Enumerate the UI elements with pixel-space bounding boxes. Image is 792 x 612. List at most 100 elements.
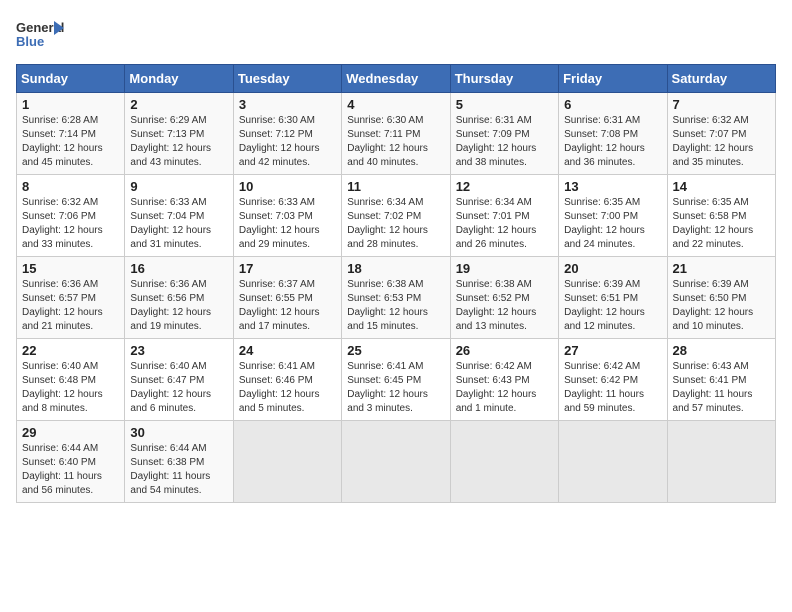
sunset-text: Sunset: 7:06 PM	[22, 210, 119, 224]
calendar-cell: 15 Sunrise: 6:36 AMSunset: 6:57 PMDayligh…	[17, 257, 125, 339]
sunrise-text: Sunrise: 6:31 AM	[456, 114, 553, 128]
sunrise-text: Sunrise: 6:35 AM	[673, 196, 770, 210]
calendar-cell: 30Sunrise: 6:44 AMSunset: 6:38 PMDayligh…	[125, 421, 233, 503]
sunrise-text: Sunrise: 6:30 AM	[347, 114, 444, 128]
sunset-text: Sunset: 7:09 PM	[456, 128, 553, 142]
calendar-cell: 9Sunrise: 6:33 AMSunset: 7:04 PMDaylight…	[125, 175, 233, 257]
sunset-text: Sunset: 7:01 PM	[456, 210, 553, 224]
day-info: Sunrise: 6:38 AMSunset: 6:52 PMDaylight:…	[456, 278, 553, 334]
daylight-text: Daylight: 12 hours and 12 minutes.	[564, 306, 661, 334]
calendar-cell	[667, 421, 775, 503]
calendar-cell: 8Sunrise: 6:32 AMSunset: 7:06 PMDaylight…	[17, 175, 125, 257]
column-header-thursday: Thursday	[450, 65, 558, 93]
calendar-row-2: 15 Sunrise: 6:36 AMSunset: 6:57 PMDayligh…	[17, 257, 776, 339]
day-info: Sunrise: 6:28 AMSunset: 7:14 PMDaylight:…	[22, 114, 119, 170]
calendar-row-0: 1 Sunrise: 6:28 AMSunset: 7:14 PMDaylight…	[17, 93, 776, 175]
sunset-text: Sunset: 6:56 PM	[130, 292, 227, 306]
day-info: Sunrise: 6:33 AMSunset: 7:04 PMDaylight:…	[130, 196, 227, 252]
calendar-cell: 3 Sunrise: 6:30 AMSunset: 7:12 PMDaylight…	[233, 93, 341, 175]
day-info: Sunrise: 6:40 AMSunset: 6:48 PMDaylight:…	[22, 360, 119, 416]
day-number: 5	[456, 97, 553, 112]
day-number: 15	[22, 261, 119, 276]
calendar-row-3: 22 Sunrise: 6:40 AMSunset: 6:48 PMDayligh…	[17, 339, 776, 421]
day-number: 22	[22, 343, 119, 358]
sunrise-text: Sunrise: 6:32 AM	[673, 114, 770, 128]
logo: General Blue	[16, 16, 66, 56]
day-info: Sunrise: 6:42 AMSunset: 6:42 PMDaylight:…	[564, 360, 661, 416]
daylight-text: Daylight: 11 hours and 57 minutes.	[673, 388, 770, 416]
day-info: Sunrise: 6:42 AMSunset: 6:43 PMDaylight:…	[456, 360, 553, 416]
day-number: 10	[239, 179, 336, 194]
daylight-text: Daylight: 12 hours and 17 minutes.	[239, 306, 336, 334]
sunset-text: Sunset: 6:42 PM	[564, 374, 661, 388]
sunrise-text: Sunrise: 6:43 AM	[673, 360, 770, 374]
sunset-text: Sunset: 6:40 PM	[22, 456, 119, 470]
day-info: Sunrise: 6:35 AMSunset: 7:00 PMDaylight:…	[564, 196, 661, 252]
daylight-text: Daylight: 12 hours and 40 minutes.	[347, 142, 444, 170]
logo-svg: General Blue	[16, 16, 66, 56]
day-number: 19	[456, 261, 553, 276]
sunset-text: Sunset: 7:12 PM	[239, 128, 336, 142]
calendar-cell: 5 Sunrise: 6:31 AMSunset: 7:09 PMDaylight…	[450, 93, 558, 175]
sunrise-text: Sunrise: 6:38 AM	[456, 278, 553, 292]
sunrise-text: Sunrise: 6:34 AM	[347, 196, 444, 210]
calendar-cell: 25Sunrise: 6:41 AMSunset: 6:45 PMDayligh…	[342, 339, 450, 421]
daylight-text: Daylight: 12 hours and 5 minutes.	[239, 388, 336, 416]
day-number: 3	[239, 97, 336, 112]
daylight-text: Daylight: 12 hours and 35 minutes.	[673, 142, 770, 170]
day-info: Sunrise: 6:39 AMSunset: 6:50 PMDaylight:…	[673, 278, 770, 334]
day-info: Sunrise: 6:39 AMSunset: 6:51 PMDaylight:…	[564, 278, 661, 334]
day-number: 16	[130, 261, 227, 276]
calendar-cell: 20Sunrise: 6:39 AMSunset: 6:51 PMDayligh…	[559, 257, 667, 339]
daylight-text: Daylight: 12 hours and 43 minutes.	[130, 142, 227, 170]
sunrise-text: Sunrise: 6:44 AM	[130, 442, 227, 456]
calendar-cell: 14Sunrise: 6:35 AMSunset: 6:58 PMDayligh…	[667, 175, 775, 257]
day-number: 27	[564, 343, 661, 358]
calendar-cell: 6Sunrise: 6:31 AMSunset: 7:08 PMDaylight…	[559, 93, 667, 175]
sunset-text: Sunset: 7:08 PM	[564, 128, 661, 142]
day-info: Sunrise: 6:30 AMSunset: 7:12 PMDaylight:…	[239, 114, 336, 170]
sunset-text: Sunset: 7:02 PM	[347, 210, 444, 224]
sunset-text: Sunset: 7:07 PM	[673, 128, 770, 142]
calendar-cell: 2 Sunrise: 6:29 AMSunset: 7:13 PMDaylight…	[125, 93, 233, 175]
sunset-text: Sunset: 6:47 PM	[130, 374, 227, 388]
sunset-text: Sunset: 6:55 PM	[239, 292, 336, 306]
calendar-header: SundayMondayTuesdayWednesdayThursdayFrid…	[17, 65, 776, 93]
daylight-text: Daylight: 12 hours and 38 minutes.	[456, 142, 553, 170]
sunset-text: Sunset: 7:00 PM	[564, 210, 661, 224]
sunset-text: Sunset: 6:38 PM	[130, 456, 227, 470]
daylight-text: Daylight: 12 hours and 13 minutes.	[456, 306, 553, 334]
sunrise-text: Sunrise: 6:41 AM	[347, 360, 444, 374]
day-info: Sunrise: 6:35 AMSunset: 6:58 PMDaylight:…	[673, 196, 770, 252]
column-header-friday: Friday	[559, 65, 667, 93]
sunset-text: Sunset: 6:53 PM	[347, 292, 444, 306]
calendar-row-1: 8Sunrise: 6:32 AMSunset: 7:06 PMDaylight…	[17, 175, 776, 257]
svg-text:Blue: Blue	[16, 34, 44, 49]
sunrise-text: Sunrise: 6:44 AM	[22, 442, 119, 456]
day-info: Sunrise: 6:38 AMSunset: 6:53 PMDaylight:…	[347, 278, 444, 334]
daylight-text: Daylight: 12 hours and 22 minutes.	[673, 224, 770, 252]
sunrise-text: Sunrise: 6:41 AM	[239, 360, 336, 374]
daylight-text: Daylight: 12 hours and 26 minutes.	[456, 224, 553, 252]
day-info: Sunrise: 6:34 AMSunset: 7:01 PMDaylight:…	[456, 196, 553, 252]
daylight-text: Daylight: 12 hours and 24 minutes.	[564, 224, 661, 252]
day-info: Sunrise: 6:43 AMSunset: 6:41 PMDaylight:…	[673, 360, 770, 416]
day-number: 1	[22, 97, 119, 112]
daylight-text: Daylight: 12 hours and 29 minutes.	[239, 224, 336, 252]
day-info: Sunrise: 6:29 AMSunset: 7:13 PMDaylight:…	[130, 114, 227, 170]
day-number: 2	[130, 97, 227, 112]
day-info: Sunrise: 6:36 AMSunset: 6:57 PMDaylight:…	[22, 278, 119, 334]
day-info: Sunrise: 6:31 AMSunset: 7:09 PMDaylight:…	[456, 114, 553, 170]
calendar-cell: 16Sunrise: 6:36 AMSunset: 6:56 PMDayligh…	[125, 257, 233, 339]
calendar-cell: 4Sunrise: 6:30 AMSunset: 7:11 PMDaylight…	[342, 93, 450, 175]
calendar-cell: 24Sunrise: 6:41 AMSunset: 6:46 PMDayligh…	[233, 339, 341, 421]
daylight-text: Daylight: 12 hours and 45 minutes.	[22, 142, 119, 170]
daylight-text: Daylight: 11 hours and 54 minutes.	[130, 470, 227, 498]
sunset-text: Sunset: 7:11 PM	[347, 128, 444, 142]
day-number: 25	[347, 343, 444, 358]
column-header-tuesday: Tuesday	[233, 65, 341, 93]
sunset-text: Sunset: 6:45 PM	[347, 374, 444, 388]
sunrise-text: Sunrise: 6:42 AM	[564, 360, 661, 374]
sunrise-text: Sunrise: 6:40 AM	[130, 360, 227, 374]
day-number: 13	[564, 179, 661, 194]
